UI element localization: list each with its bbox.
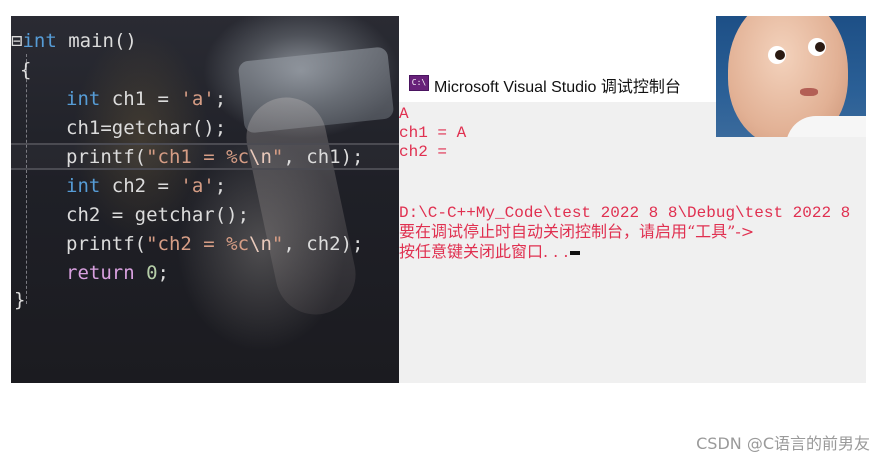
code-line[interactable]: } <box>14 286 25 314</box>
console-line: A <box>399 105 409 123</box>
code-line[interactable]: printf("ch2 = %c\n", ch2); <box>66 230 363 258</box>
code-token: "ch1 = %c <box>146 146 250 168</box>
code-line[interactable]: int ch2 = 'a'; <box>66 172 226 200</box>
code-token: 'a' <box>180 88 215 110</box>
code-token: ch1=getchar(); <box>66 117 227 139</box>
code-token: \n <box>249 146 272 168</box>
collapse-marker[interactable]: ⊟ <box>11 30 22 52</box>
code-token: ; <box>214 88 227 110</box>
code-line-content: printf("ch1 = %c\n", ch1); <box>66 146 363 168</box>
right-eye <box>808 38 826 56</box>
code-token: printf( <box>66 146 147 168</box>
code-line-content: { <box>20 59 31 81</box>
code-line[interactable]: { <box>20 56 31 84</box>
code-line-content: int main() <box>22 30 136 52</box>
console-line: ch1 = A <box>399 124 467 142</box>
code-line-content: ch2 = getchar(); <box>66 204 249 226</box>
csdn-watermark: CSDN @C语言的前男友 <box>696 434 870 453</box>
code-token: int <box>66 175 101 197</box>
console-line: 要在调试停止时自动关闭控制台，请启用“工具”-> <box>399 222 755 241</box>
mouth <box>800 88 818 96</box>
code-token: printf( <box>66 233 147 255</box>
code-token: ch2 = getchar(); <box>66 204 250 226</box>
code-token: int <box>22 30 57 52</box>
console-line-text: 按任意键关闭此窗口. . . <box>399 242 569 261</box>
code-token: " <box>271 146 284 168</box>
code-editor[interactable]: ⊟int main() { int ch1 = 'a'; ch1=getchar… <box>11 16 399 383</box>
console-line: ch2 = <box>399 143 448 161</box>
console-line: 按任意键关闭此窗口. . . <box>399 242 581 262</box>
code-line-content: printf("ch2 = %c\n", ch2); <box>66 233 363 255</box>
code-token: ; <box>214 175 227 197</box>
console-output[interactable]: A ch1 = A ch2 = D:\C-C++My_Code\test 202… <box>399 104 866 383</box>
console-line: D:\C-C++My_Code\test 2022 8 8\Debug\test… <box>399 204 851 222</box>
code-line-content: ch1=getchar(); <box>66 117 226 139</box>
code-line-content: return 0; <box>66 262 169 284</box>
code-token: 'a' <box>180 175 215 197</box>
code-token: ch1 = <box>100 88 181 110</box>
baby-face-photo <box>716 16 866 137</box>
code-line[interactable]: int ch1 = 'a'; <box>66 85 226 113</box>
code-token: } <box>14 289 26 311</box>
text-cursor <box>570 250 581 255</box>
code-token: \n <box>249 233 272 255</box>
code-line[interactable]: return 0; <box>66 259 169 287</box>
left-eye <box>768 46 786 64</box>
code-token: , ch1); <box>283 146 364 168</box>
code-line-content: } <box>14 289 25 311</box>
indent-guide <box>26 54 27 304</box>
code-line-content: int ch1 = 'a'; <box>66 88 226 110</box>
code-line[interactable]: ch1=getchar(); <box>66 114 226 142</box>
code-line-content: int ch2 = 'a'; <box>66 175 226 197</box>
background-art-hand <box>239 90 363 322</box>
code-line[interactable]: ch2 = getchar(); <box>66 201 249 229</box>
code-token: " <box>271 233 284 255</box>
code-line[interactable]: printf("ch1 = %c\n", ch1); <box>66 143 363 171</box>
visual-studio-icon: C:\ <box>409 75 429 91</box>
code-token: main() <box>56 30 137 52</box>
code-token: 0 <box>146 262 158 284</box>
code-token: , ch2); <box>283 233 364 255</box>
code-token: ; <box>157 262 169 284</box>
code-token: return <box>66 262 135 284</box>
console-title: Microsoft Visual Studio 调试控制台 <box>434 79 681 96</box>
code-token: int <box>66 88 101 110</box>
code-token: { <box>20 59 32 81</box>
code-token: "ch2 = %c <box>146 233 250 255</box>
code-line[interactable]: ⊟int main() <box>11 27 137 55</box>
code-token: ch2 = <box>100 175 181 197</box>
